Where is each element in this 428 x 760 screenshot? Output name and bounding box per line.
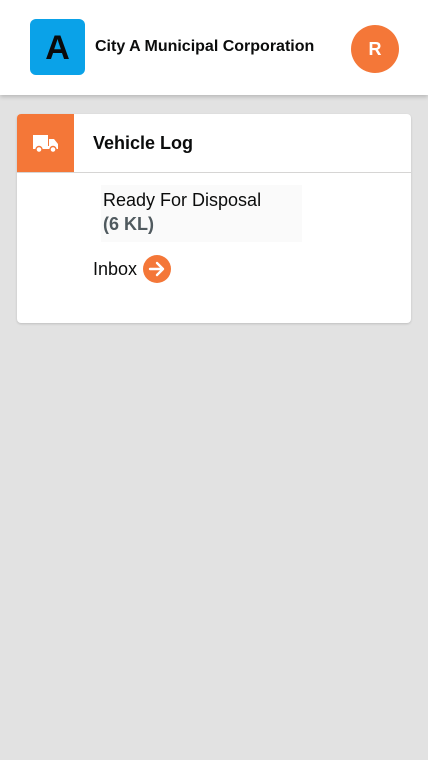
app-header: A City A Municipal Corporation R [0, 0, 428, 95]
logo-letter: A [45, 29, 70, 67]
card-header: Vehicle Log [17, 114, 411, 173]
card-title: Vehicle Log [93, 133, 194, 153]
vehicle-log-card: Vehicle Log Ready For Disposal (6 KL) In… [17, 114, 411, 323]
metric-value: (6 KL) [103, 214, 154, 234]
user-avatar-button[interactable]: R [351, 25, 399, 73]
truck-icon [32, 135, 58, 154]
metric-label: Ready For Disposal [103, 190, 262, 210]
city-name: City A Municipal Corporation [95, 38, 315, 55]
disposal-metric: Ready For Disposal (6 KL) [101, 185, 302, 242]
inbox-link[interactable]: Inbox [93, 255, 172, 283]
arrow-right-icon[interactable] [143, 255, 172, 283]
card-icon-container [17, 114, 74, 172]
city-logo: A [30, 19, 85, 75]
avatar-initial: R [368, 38, 382, 59]
inbox-label: Inbox [93, 258, 138, 279]
